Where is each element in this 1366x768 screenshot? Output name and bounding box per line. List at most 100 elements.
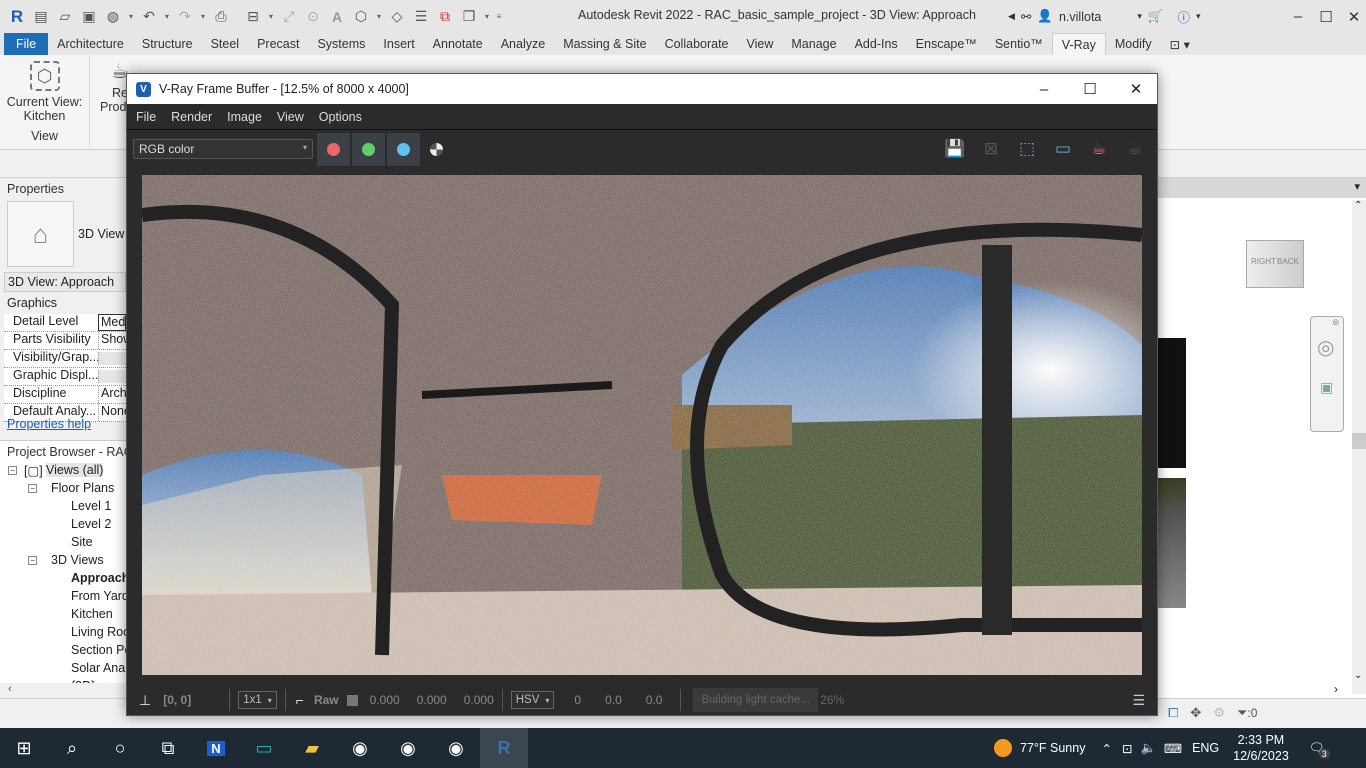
close-hidden-icon[interactable]: ⧉ (434, 6, 456, 28)
section-icon[interactable]: ◇ (386, 6, 408, 28)
blue-channel-button[interactable] (387, 132, 420, 166)
minimize-icon[interactable]: – (1284, 0, 1312, 33)
chevron-down-icon[interactable]: ▾ (374, 6, 384, 28)
track-mouse-icon[interactable]: ⬚ (1014, 136, 1040, 162)
color-mode-select[interactable]: HSV ▾ (510, 691, 555, 709)
zoom-region-icon[interactable]: ▣ (1320, 379, 1333, 396)
tab-enscape[interactable]: Enscape™ (907, 33, 986, 55)
vfb-menu-image[interactable]: Image (221, 110, 268, 124)
chevron-down-icon[interactable]: ▾ (482, 6, 492, 28)
scroll-left-icon[interactable]: ◀ (1008, 11, 1015, 22)
property-row[interactable]: Visibility/Grap... (4, 350, 126, 368)
scroll-thumb[interactable] (1352, 433, 1366, 449)
tab-collaborate[interactable]: Collaborate (656, 33, 738, 55)
type-thumbnail[interactable]: ⌂ (7, 201, 74, 267)
property-row[interactable]: Graphic Displ... (4, 368, 126, 386)
tree-group[interactable]: Floor Plans (51, 481, 114, 495)
start-render-icon[interactable]: ☕ (1122, 136, 1148, 162)
weather-text[interactable]: 77°F Sunny (1020, 741, 1085, 755)
group-graphics[interactable]: Graphics (7, 296, 57, 310)
dimension-icon[interactable]: ⤢ (278, 6, 300, 28)
file-explorer-icon[interactable]: ▰ (288, 728, 336, 768)
search-icon[interactable]: ⌕ (48, 728, 96, 768)
vfb-menu-options[interactable]: Options (313, 110, 368, 124)
tab-sentio[interactable]: Sentio™ (986, 33, 1052, 55)
vfb-menu-view[interactable]: View (271, 110, 310, 124)
tree-item[interactable]: From Yard (71, 589, 129, 603)
binoculars-icon[interactable]: ⚯ (1021, 9, 1031, 24)
tab-modify[interactable]: Modify (1106, 33, 1161, 55)
chrome-icon-2[interactable]: ◉ (384, 728, 432, 768)
select-links-icon[interactable]: ⧠ (1168, 705, 1178, 721)
tab-massing-site[interactable]: Massing & Site (554, 33, 655, 55)
open-icon[interactable]: ▱ (54, 6, 76, 28)
customize-qat-icon[interactable]: ≡ (494, 6, 504, 28)
property-value[interactable]: None (98, 404, 126, 421)
task-view-icon[interactable]: ⧉ (144, 728, 192, 768)
keyboard-icon[interactable]: ⌨ (1164, 741, 1182, 756)
sync-icon[interactable]: ◍ (102, 6, 124, 28)
user-name[interactable]: n.villota (1059, 10, 1101, 24)
steering-wheel-icon[interactable]: ◎ (1317, 335, 1334, 360)
vfb-menu-render[interactable]: Render (165, 110, 218, 124)
sample-size-select[interactable]: 1x1 ▾ (238, 691, 277, 709)
scroll-left-icon[interactable]: ‹ (8, 683, 12, 695)
tab-add-ins[interactable]: Add-Ins (846, 33, 907, 55)
background-process-icon[interactable]: ⚙ (1213, 705, 1225, 721)
property-value[interactable]: Medium (98, 314, 126, 331)
help-icon[interactable]: ⓘ (1177, 7, 1190, 26)
save-image-icon[interactable]: 💾 (942, 136, 968, 162)
thin-lines-icon[interactable]: ☰ (410, 6, 432, 28)
tab-systems[interactable]: Systems (308, 33, 374, 55)
clock[interactable]: 2:33 PM 12/6/2023 (1233, 732, 1289, 764)
maximize-icon[interactable]: ☐ (1067, 74, 1113, 104)
start-icon[interactable]: ⊞ (0, 728, 48, 768)
viewcube-back[interactable]: BACK (1277, 257, 1299, 266)
minimize-ribbon-icon[interactable]: ⊡ ▾ (1161, 33, 1199, 55)
help-dropdown-icon[interactable]: ▾ (1196, 11, 1201, 22)
app-frame-icon[interactable]: ▭ (240, 728, 288, 768)
scroll-right-icon[interactable]: › (1334, 682, 1338, 696)
browser-hscrollbar[interactable]: ‹ (0, 683, 126, 699)
close-icon[interactable]: ✕ (1113, 74, 1159, 104)
tree-group[interactable]: 3D Views (51, 553, 104, 567)
tab-insert[interactable]: Insert (374, 33, 423, 55)
render-image[interactable] (142, 175, 1142, 675)
show-hidden-icon[interactable]: ⌃ (1101, 741, 1111, 756)
maximize-icon[interactable]: ☐ (1312, 0, 1340, 33)
chrome-icon[interactable]: ◉ (336, 728, 384, 768)
tab-structure[interactable]: Structure (133, 33, 202, 55)
tree-item[interactable]: Level 1 (71, 499, 111, 513)
drag-elements-icon[interactable]: ✥ (1190, 705, 1201, 721)
tab-analyze[interactable]: Analyze (492, 33, 554, 55)
tab-architecture[interactable]: Architecture (48, 33, 133, 55)
revit-logo-icon[interactable]: R (6, 6, 28, 28)
text-icon[interactable]: A (326, 6, 348, 28)
property-value[interactable]: Architectural (98, 386, 126, 403)
close-nav-icon[interactable]: ⊗ (1332, 317, 1340, 328)
tree-item[interactable]: Site (71, 535, 93, 549)
user-dropdown-icon[interactable]: ▾ (1137, 11, 1142, 22)
volume-icon[interactable]: 🔈 (1140, 741, 1156, 756)
tag-icon[interactable]: ⊙ (302, 6, 324, 28)
chevron-down-icon[interactable]: ▾ (266, 6, 276, 28)
vfb-menu-file[interactable]: File (130, 110, 162, 124)
tab-manage[interactable]: Manage (782, 33, 845, 55)
measure-icon[interactable]: ⊟ (242, 6, 264, 28)
scroll-down-icon[interactable]: ⌄ (1354, 670, 1362, 681)
revit-taskbar-icon[interactable]: R (480, 728, 528, 768)
property-row[interactable]: Discipline Architectural (4, 386, 126, 404)
stop-render-icon[interactable]: ☕ (1086, 136, 1112, 162)
collapse-toggle[interactable]: − (28, 484, 37, 493)
notifications-icon[interactable]: 🗨 3 (1309, 741, 1330, 759)
curve-icon[interactable]: ⌐ (296, 692, 304, 708)
save-icon[interactable]: ▣ (78, 6, 100, 28)
instance-selector[interactable]: 3D View: Approach (4, 272, 126, 292)
undo-icon[interactable]: ↶ (138, 6, 160, 28)
viewcube[interactable]: RIGHT BACK (1246, 240, 1304, 288)
cart-icon[interactable]: 🛒 (1148, 9, 1164, 24)
render-log-icon[interactable]: ☰ (1132, 692, 1145, 709)
redo-icon[interactable]: ↷ (174, 6, 196, 28)
network-icon[interactable]: ⊡ (1122, 741, 1132, 756)
view-menu-icon[interactable]: ▾ (1354, 180, 1360, 193)
